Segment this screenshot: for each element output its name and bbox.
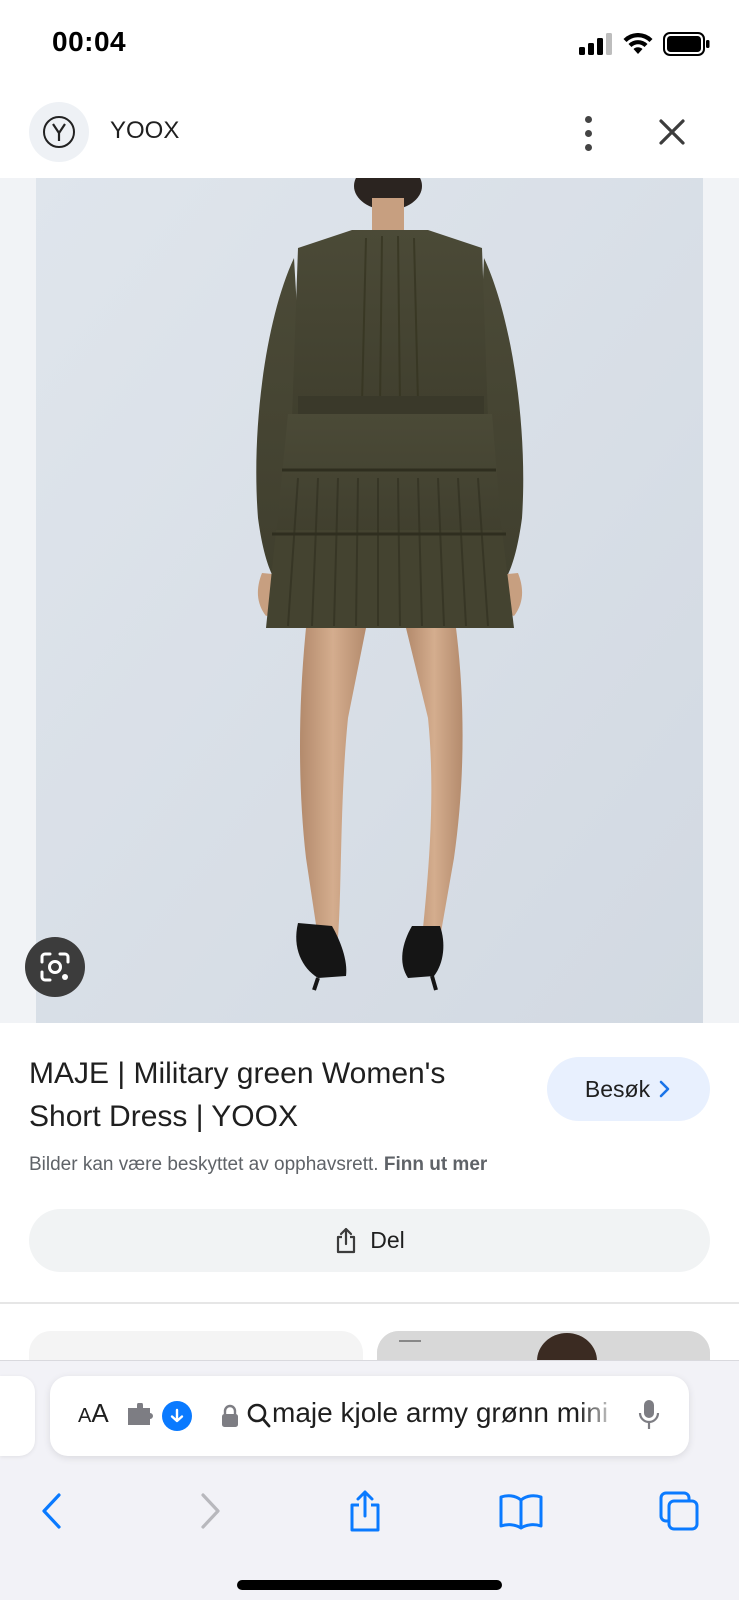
download-icon[interactable]: [162, 1401, 192, 1431]
learn-more-link[interactable]: Finn ut mer: [384, 1154, 487, 1175]
address-bar[interactable]: AA maje kjole army grønn mini: [50, 1376, 689, 1456]
browser-bottom-bar: AA maje kjole army grønn mini: [0, 1360, 739, 1600]
address-bar-query[interactable]: maje kjole army grønn mini: [272, 1397, 620, 1429]
forward-icon[interactable]: [182, 1483, 238, 1539]
image-viewer: [0, 178, 739, 1023]
status-time: 00:04: [52, 26, 127, 57]
home-indicator: [237, 1580, 502, 1590]
browser-toolbar: [0, 1471, 739, 1551]
source-name[interactable]: YOOX: [110, 117, 179, 145]
mic-icon[interactable]: [637, 1398, 661, 1432]
source-logo[interactable]: [29, 102, 89, 162]
share-button[interactable]: Del: [29, 1209, 710, 1272]
copyright-text: Bilder kan være beskyttet av opphavsrett…: [29, 1154, 379, 1175]
share-icon[interactable]: [337, 1483, 393, 1539]
visit-button[interactable]: Besøk: [547, 1057, 710, 1121]
bookmarks-icon[interactable]: [493, 1483, 549, 1539]
google-lens-icon[interactable]: [25, 937, 85, 997]
back-icon[interactable]: [24, 1483, 80, 1539]
search-icon: [247, 1403, 271, 1428]
yoox-logo-icon: [43, 116, 75, 148]
wifi-icon: [623, 33, 653, 54]
status-bar: 00:04: [0, 0, 739, 90]
close-icon[interactable]: [650, 110, 694, 154]
dress-illustration: [36, 178, 703, 1023]
chevron-right-icon: [659, 1080, 670, 1098]
source-header: YOOX: [0, 90, 739, 178]
status-icons: [579, 32, 711, 56]
share-icon: [337, 1227, 356, 1253]
tabs-icon[interactable]: [651, 1483, 707, 1539]
previous-tab-preview[interactable]: [0, 1376, 35, 1456]
section-divider: [0, 1302, 739, 1304]
more-vert-icon[interactable]: [570, 108, 606, 158]
extension-icon[interactable]: [126, 1403, 156, 1427]
signal-icon: [579, 33, 612, 55]
product-image[interactable]: [36, 178, 703, 1023]
result-title[interactable]: MAJE | Military green Women's Short Dres…: [29, 1052, 509, 1138]
share-button-label: Del: [370, 1227, 405, 1253]
copyright-notice: Bilder kan være beskyttet av opphavsrett…: [29, 1154, 487, 1176]
visit-button-label: Besøk: [584, 1075, 651, 1102]
text-size-button[interactable]: AA: [78, 1398, 109, 1429]
battery-icon: [663, 32, 710, 56]
lock-icon: [222, 1404, 238, 1427]
